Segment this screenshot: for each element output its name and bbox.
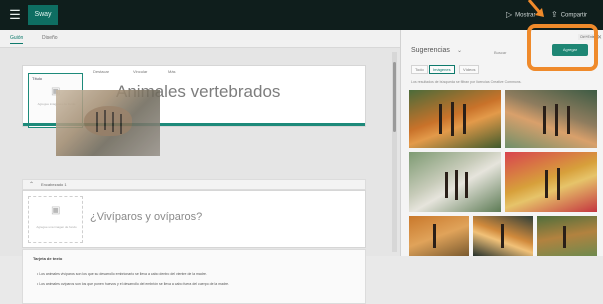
search-result-image[interactable] xyxy=(473,216,533,256)
license-caption: Los resultados de búsqueda se filtran po… xyxy=(411,80,522,84)
list-item[interactable]: • Los animales vivíparos son los que su … xyxy=(37,272,207,276)
share-label: Compartir xyxy=(560,12,588,19)
search-result-image[interactable] xyxy=(409,90,501,148)
top-app-bar: ☰ Sway ▷ Mostrar ⇪ Compartir xyxy=(0,0,603,30)
play-icon: ▷ xyxy=(506,10,513,19)
bullet-text: Los animales vivíparos son los que su de… xyxy=(39,272,207,276)
scrollbar-thumb[interactable] xyxy=(393,62,396,132)
placeholder-text-2: Agregue una imagen de fondo xyxy=(36,225,77,229)
stripe xyxy=(120,114,122,134)
stripe xyxy=(555,104,558,136)
search-result-image[interactable] xyxy=(409,152,501,212)
stripe xyxy=(455,170,458,200)
stripe xyxy=(463,104,466,134)
stripe xyxy=(433,224,436,248)
stripe xyxy=(451,102,454,136)
share-button[interactable]: ⇪ Compartir xyxy=(551,10,587,21)
arrow-annotation xyxy=(527,0,544,17)
more-button[interactable]: Más xyxy=(168,68,176,76)
filter-images[interactable]: Imágenes xyxy=(429,65,455,74)
heading-card[interactable]: ▣ Agregue una imagen de fondo ¿Vivíparos… xyxy=(22,190,366,248)
waffle-icon[interactable]: ☰ xyxy=(8,8,22,22)
stripe xyxy=(104,110,106,130)
stripe xyxy=(563,226,566,248)
stripe xyxy=(545,170,548,198)
tiger-shape xyxy=(84,106,132,136)
tab-design[interactable]: Diseño xyxy=(42,33,58,43)
image-icon: ▣ xyxy=(51,205,61,216)
section-label: Encabezado 1 xyxy=(41,182,67,187)
stripe xyxy=(557,168,560,200)
background-placeholder-2[interactable]: ▣ Agregue una imagen de fondo xyxy=(28,196,83,243)
highlight-annotation xyxy=(527,24,598,71)
filter-all[interactable]: Todo xyxy=(411,65,428,74)
dragged-image[interactable] xyxy=(56,90,160,156)
stripe xyxy=(501,224,504,248)
stripe xyxy=(112,112,114,132)
text-card[interactable]: Tarjeta de texto • Los animales vivíparo… xyxy=(22,249,366,304)
stripe xyxy=(96,112,98,132)
stripe xyxy=(543,106,546,134)
emphasize-button[interactable]: Destacar xyxy=(93,68,109,76)
canvas-scrollbar[interactable] xyxy=(392,52,397,252)
bullet-text: Los animales ovíparos son los que ponen … xyxy=(39,282,230,286)
stripe xyxy=(567,106,570,134)
stripe xyxy=(445,172,448,198)
card-tag: Título xyxy=(32,76,43,81)
heading-title[interactable]: ¿Vivíparos y ovíparos? xyxy=(90,211,202,223)
search-label[interactable]: Buscar xyxy=(494,50,506,55)
stripe xyxy=(465,172,468,198)
panel-title: Sugerencias xyxy=(411,47,450,54)
chevron-up-icon[interactable]: ⌃ xyxy=(29,181,34,188)
chevron-down-icon[interactable]: ⌄ xyxy=(457,47,462,54)
text-card-title: Tarjeta de texto xyxy=(33,256,63,261)
search-result-image[interactable] xyxy=(537,216,597,256)
app-name[interactable]: Sway xyxy=(28,5,58,25)
tab-storyline[interactable]: Guión xyxy=(10,33,24,44)
link-button[interactable]: Vincular xyxy=(133,68,147,76)
search-result-image[interactable] xyxy=(505,152,597,212)
section-header[interactable]: ⌃ Encabezado 1 xyxy=(22,179,366,190)
list-item[interactable]: • Los animales ovíparos son los que pone… xyxy=(37,282,229,286)
share-icon: ⇪ xyxy=(551,10,558,19)
search-result-image[interactable] xyxy=(409,216,469,256)
search-result-image[interactable] xyxy=(505,90,597,148)
filter-videos[interactable]: Vídeos xyxy=(459,65,480,74)
stripe xyxy=(439,104,442,134)
